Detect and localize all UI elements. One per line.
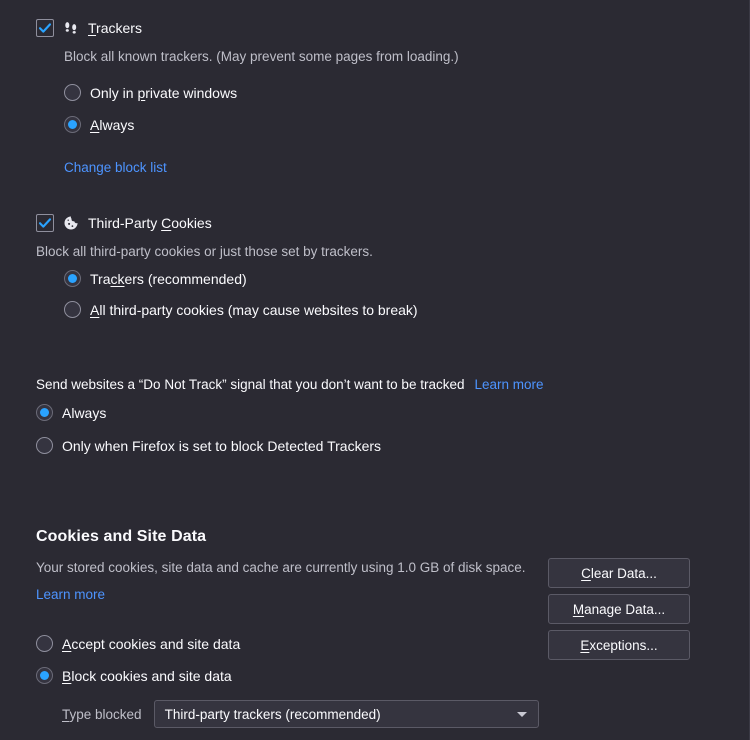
trackers-title-rest: rackers: [96, 20, 142, 36]
footprints-icon: [63, 20, 79, 36]
do-not-track-description: Send websites a “Do Not Track” signal th…: [36, 377, 465, 392]
access-key: M: [572, 601, 585, 617]
third-party-cookies-title: Third-Party Cookies: [88, 215, 212, 231]
label-part-post: ccept cookies and site data: [71, 635, 241, 652]
radio-dot: [68, 274, 77, 283]
access-key: ck: [110, 270, 125, 287]
trackers-header: Trackers: [36, 19, 142, 37]
accept-cookies-option[interactable]: Accept cookies and site data: [36, 635, 240, 652]
type-blocked-selected-value: Third-party trackers (recommended): [164, 706, 381, 722]
radio-private-windows[interactable]: [64, 84, 81, 101]
exceptions-button[interactable]: Exceptions...: [548, 630, 690, 660]
block-cookies-option[interactable]: Block cookies and site data: [36, 667, 232, 684]
cookies-and-site-data-heading: Cookies and Site Data: [36, 528, 207, 545]
radio-label-accept-cookies: Accept cookies and site data: [62, 636, 240, 652]
chevron-down-icon: [516, 711, 527, 717]
title-part-pre: Third-Party: [88, 215, 162, 231]
access-key: A: [90, 301, 100, 318]
type-blocked-label: Type blocked: [62, 707, 142, 722]
checkmark-icon: [38, 218, 52, 228]
access-key: C: [161, 215, 172, 231]
radio-label-private-windows: Only in private windows: [90, 85, 237, 101]
radio-dot: [40, 408, 49, 417]
access-key: E: [580, 637, 590, 653]
label-part-post: ers (recommended): [124, 270, 247, 287]
access-key: A: [62, 635, 72, 652]
radio-label-dnt-always: Always: [62, 404, 107, 421]
third-party-cookies-header: Third-Party Cookies: [36, 214, 212, 232]
radio-dnt-only-when-blocking[interactable]: [36, 437, 53, 454]
trackers-checkbox[interactable]: [36, 19, 54, 37]
radio-trackers-recommended[interactable]: [64, 270, 81, 287]
change-block-list-link[interactable]: Change block list: [64, 160, 167, 175]
access-key: C: [581, 565, 591, 581]
clear-data-button[interactable]: Clear Data...: [548, 558, 690, 588]
cookie-icon: [63, 215, 79, 231]
do-not-track-learn-more-link[interactable]: Learn more: [474, 377, 543, 392]
access-key: B: [62, 667, 72, 684]
checkmark-icon: [38, 23, 52, 33]
trackers-option-private-windows[interactable]: Only in private windows: [64, 84, 237, 101]
button-label-rest: xceptions...: [589, 637, 658, 653]
firefox-privacy-settings-panel: Trackers Block all known trackers. (May …: [0, 0, 750, 740]
radio-dot: [68, 120, 77, 129]
cookies-site-data-description: Your stored cookies, site data and cache…: [36, 560, 526, 575]
radio-label-all-third-party: All third-party cookies (may cause websi…: [90, 302, 418, 318]
radio-all-third-party[interactable]: [64, 301, 81, 318]
access-key: T: [62, 706, 70, 722]
trackers-title: Trackers: [88, 20, 142, 36]
radio-block-cookies[interactable]: [36, 667, 53, 684]
cookies-option-trackers[interactable]: Trackers (recommended): [64, 270, 247, 287]
radio-label-dnt-only-when-blocking: Only when Firefox is set to block Detect…: [62, 437, 382, 454]
title-part-post: ookies: [171, 215, 212, 231]
radio-accept-cookies[interactable]: [36, 635, 53, 652]
label-part-post: ll third-party cookies (may cause websit…: [99, 301, 418, 318]
access-key: A: [90, 116, 100, 133]
radio-dnt-always[interactable]: [36, 404, 53, 421]
do-not-track-option-always[interactable]: Always: [36, 404, 106, 421]
type-blocked-row: Type blocked Third-party trackers (recom…: [62, 700, 539, 728]
label-part-post: lways: [99, 116, 135, 133]
radio-always[interactable]: [64, 116, 81, 133]
label-part-pre: Only in: [90, 84, 138, 101]
trackers-description: Block all known trackers. (May prevent s…: [64, 49, 459, 64]
radio-label-always: Always: [90, 117, 134, 133]
do-not-track-description-row: Send websites a “Do Not Track” signal th…: [36, 377, 544, 392]
do-not-track-option-only-when-blocking[interactable]: Only when Firefox is set to block Detect…: [36, 437, 381, 454]
button-label-rest: anage Data...: [584, 601, 666, 617]
cookies-site-data-learn-more-link[interactable]: Learn more: [36, 587, 105, 602]
trackers-option-always[interactable]: Always: [64, 116, 134, 133]
radio-label-block-cookies: Block cookies and site data: [62, 668, 232, 684]
button-label-rest: lear Data...: [590, 565, 657, 581]
third-party-cookies-description: Block all third-party cookies or just th…: [36, 244, 373, 259]
radio-label-trackers-recommended: Trackers (recommended): [90, 271, 247, 287]
third-party-cookies-checkbox[interactable]: [36, 214, 54, 232]
radio-dot: [40, 671, 49, 680]
cookies-option-all-third-party[interactable]: All third-party cookies (may cause websi…: [64, 301, 418, 318]
label-part-post: ype blocked: [69, 706, 142, 722]
label-part-pre: Tra: [90, 270, 111, 287]
manage-data-button[interactable]: Manage Data...: [548, 594, 690, 624]
label-part-post: rivate windows: [145, 84, 238, 101]
type-blocked-dropdown[interactable]: Third-party trackers (recommended): [153, 700, 539, 728]
label-part-post: lock cookies and site data: [71, 667, 232, 684]
trackers-access-key: T: [88, 20, 97, 36]
